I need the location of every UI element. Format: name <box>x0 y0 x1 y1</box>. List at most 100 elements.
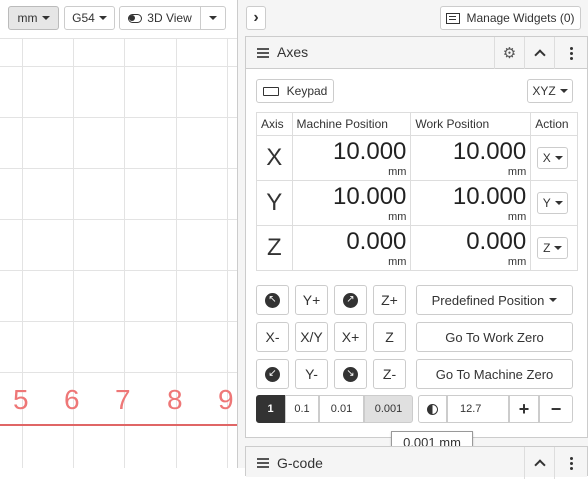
wcs-dropdown[interactable]: G54 <box>64 6 115 30</box>
widget-menu-button[interactable] <box>554 37 588 69</box>
table-row: Y 10.000 mm 10.000 mm Y <box>256 180 578 226</box>
grid-line <box>0 321 237 322</box>
units-label: mm <box>17 11 38 25</box>
visualizer-viewport[interactable]: mm G54 3D View 5 6 7 8 9 <box>0 0 237 468</box>
arrow-up-right-icon: ↗ <box>343 292 358 308</box>
manage-widgets-label: Manage Widgets (0) <box>466 11 575 25</box>
axis-name: X <box>256 135 293 181</box>
jog-x-plus-y-plus-button[interactable]: ↗ <box>334 285 367 315</box>
axis-action-dropdown[interactable]: Y <box>537 192 569 214</box>
axis-action-dropdown[interactable]: Z <box>537 237 569 259</box>
collapse-widget-button[interactable] <box>524 37 554 69</box>
action-cell: X <box>530 135 578 181</box>
predefined-label: Predefined Position <box>431 292 545 308</box>
keypad-label: Keypad <box>286 84 328 98</box>
chevron-up-icon <box>533 49 546 61</box>
custom-step-value: 12.7 <box>460 403 482 415</box>
gcode-widget-header[interactable]: G-code <box>246 447 588 479</box>
custom-step-toggle[interactable] <box>418 395 447 423</box>
predefined-position-dropdown[interactable]: Predefined Position <box>416 285 573 315</box>
action-label: Z <box>543 241 551 255</box>
unit-label: mm <box>388 211 407 223</box>
machine-position-value: 10.000 <box>332 138 407 165</box>
collapse-panel-button[interactable]: › <box>246 6 266 30</box>
units-dropdown[interactable]: mm <box>8 6 59 30</box>
axis-select-dropdown[interactable]: XYZ <box>527 79 573 103</box>
axis-name: Y <box>256 180 293 226</box>
axis-name: Z <box>256 225 293 271</box>
widget-menu-button[interactable] <box>554 447 588 479</box>
move-z-zero-button[interactable]: Z <box>373 322 406 352</box>
jog-y-plus-button[interactable]: Y+ <box>295 285 328 315</box>
action-label: X <box>542 151 551 165</box>
half-circle-icon <box>427 403 438 415</box>
axis-select-label: XYZ <box>532 84 556 98</box>
axes-table: Axis Machine Position Work Position Acti… <box>256 112 578 271</box>
step-option-label: 0.001 <box>374 403 403 415</box>
jog-x-minus-button[interactable]: X- <box>256 322 289 352</box>
custom-step-input[interactable]: 12.7 <box>447 395 509 423</box>
step-option-0-001[interactable]: 0.001 <box>364 395 413 423</box>
go-to-work-zero-button[interactable]: Go To Work Zero <box>416 322 573 352</box>
chevron-right-icon: › <box>253 9 259 26</box>
view-mode-dropdown[interactable] <box>200 6 226 30</box>
grid-line <box>0 66 237 67</box>
drag-handle-icon[interactable] <box>257 48 269 60</box>
work-position-value: 0.000 <box>466 228 527 255</box>
x-axis-line <box>0 424 237 426</box>
grid-line <box>0 219 237 220</box>
grid-line <box>0 168 237 169</box>
step-option-0-01[interactable]: 0.01 <box>319 395 364 423</box>
jog-x-plus-y-minus-button[interactable]: ↘ <box>334 359 367 389</box>
work-position-cell: 10.000 mm <box>410 135 532 181</box>
action-cell: Y <box>530 180 578 226</box>
move-xy-zero-button[interactable]: X/Y <box>295 322 328 352</box>
unit-label: mm <box>388 256 407 268</box>
axes-widget-header[interactable]: Axes ⚙ <box>246 37 587 69</box>
chevron-down-icon <box>559 89 568 93</box>
axis-tick-label: 6 <box>64 384 80 415</box>
drag-handle-icon[interactable] <box>257 458 269 470</box>
jog-label: X- <box>265 329 280 345</box>
axis-action-dropdown[interactable]: X <box>537 147 569 169</box>
widget-panel: › Manage Widgets (0) Axes ⚙ Keypad XYZ A… <box>238 0 588 479</box>
axes-widget: Axes ⚙ Keypad XYZ Axis Machine Position … <box>245 36 588 438</box>
unit-label: mm <box>388 166 407 178</box>
jog-z-plus-button[interactable]: Z+ <box>373 285 406 315</box>
step-increase-button[interactable]: + <box>509 395 539 423</box>
grid-line <box>0 372 237 373</box>
collapse-widget-button[interactable] <box>524 447 554 479</box>
jog-x-plus-button[interactable]: X+ <box>334 322 367 352</box>
work-position-cell: 10.000 mm <box>410 180 532 226</box>
step-decrease-button[interactable]: − <box>539 395 573 423</box>
grid-line <box>0 38 237 39</box>
table-row: X 10.000 mm 10.000 mm X <box>256 135 578 181</box>
chevron-down-icon <box>41 16 50 20</box>
jog-label: Y- <box>305 366 318 382</box>
work-position-value: 10.000 <box>452 183 527 210</box>
chevron-down-icon <box>554 246 563 250</box>
manage-widgets-button[interactable]: Manage Widgets (0) <box>440 6 581 30</box>
jog-y-minus-button[interactable]: Y- <box>295 359 328 389</box>
chevron-down-icon <box>98 16 107 20</box>
view-mode-button[interactable]: 3D View <box>119 6 201 30</box>
unit-label: mm <box>507 166 527 178</box>
axis-tick-label: 8 <box>167 384 183 415</box>
col-header-work: Work Position <box>410 112 532 136</box>
settings-button[interactable]: ⚙ <box>494 37 524 69</box>
machine-position-cell: 0.000 mm <box>291 225 412 271</box>
jog-label: Z- <box>382 366 397 382</box>
toggle-icon <box>128 13 143 23</box>
list-icon <box>446 12 461 24</box>
chevron-up-icon <box>533 459 546 471</box>
keypad-button[interactable]: Keypad <box>256 79 334 103</box>
jog-x-minus-y-minus-button[interactable]: ↙ <box>256 359 289 389</box>
go-work-zero-label: Go To Work Zero <box>445 329 544 345</box>
step-option-1[interactable]: 1 <box>256 395 285 423</box>
more-vertical-icon <box>570 46 573 60</box>
axes-widget-title: Axes <box>277 44 309 60</box>
jog-x-minus-y-plus-button[interactable]: ↖ <box>256 285 289 315</box>
jog-z-minus-button[interactable]: Z- <box>373 359 406 389</box>
go-to-machine-zero-button[interactable]: Go To Machine Zero <box>416 359 573 389</box>
step-option-0-1[interactable]: 0.1 <box>285 395 319 423</box>
